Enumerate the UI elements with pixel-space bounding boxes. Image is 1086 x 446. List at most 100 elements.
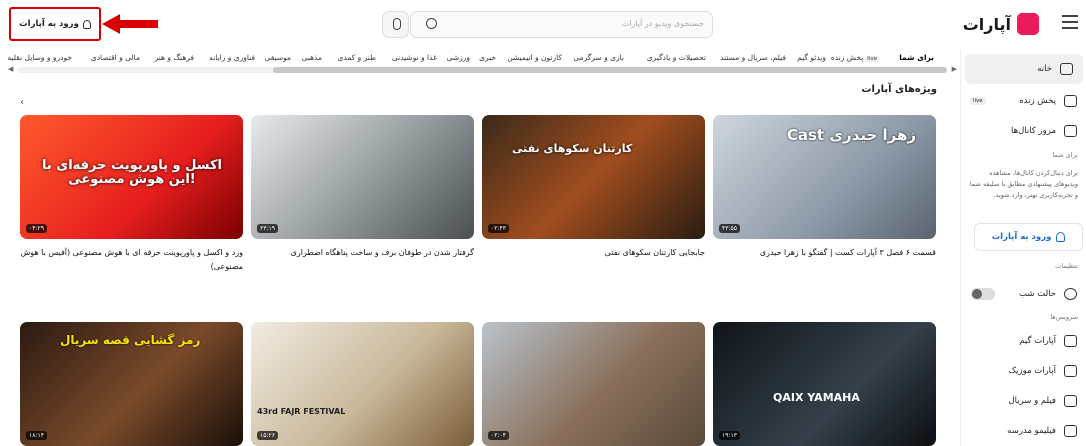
duration-badge: ۱۹:۱۳ bbox=[719, 431, 740, 440]
sidebar-item-label: آپارات گیم bbox=[1019, 336, 1056, 346]
live-tv-icon bbox=[1064, 95, 1077, 107]
video-title[interactable]: قسمت ۶ فصل ۳ آپارات کست | گفتگو با زهرا … bbox=[713, 246, 936, 260]
tab-label: طنز و کمدی bbox=[337, 53, 376, 62]
sidebar-item-aparat-game[interactable]: آپارات گیم bbox=[961, 326, 1086, 356]
tab-label: کارتون و انیمیشن bbox=[507, 53, 562, 62]
tab-10[interactable]: طنز و کمدی bbox=[338, 53, 376, 62]
video-thumbnail[interactable]: رمز گشایی قصه سریال ۱۸:۱۴ bbox=[20, 322, 243, 446]
live-badge: live bbox=[865, 56, 879, 62]
tab-12[interactable]: موسیقی bbox=[265, 53, 291, 62]
tab-0[interactable]: برای شما bbox=[899, 53, 934, 62]
header: آپارات جستجوی ویدیو در آپارات ورود به آپ… bbox=[0, 0, 1086, 50]
tab-label: برای شما bbox=[899, 53, 934, 62]
tab-16[interactable]: خودرو و وسایل نقلیه bbox=[8, 53, 72, 62]
sidebar-item-live[interactable]: پخش زنده live bbox=[961, 86, 1086, 116]
video-thumbnail[interactable]: کارتنان سکوهای نفتی ۰۲:۴۳ bbox=[482, 115, 705, 239]
sidebar-item-channels[interactable]: مرور کانال‌ها bbox=[961, 116, 1086, 146]
duration-badge: ۳۳:۱۹ bbox=[257, 224, 278, 233]
video-thumbnail[interactable]: 43rd FAJR FESTIVAL ۱۵:۲۶ bbox=[251, 322, 474, 446]
tabs-scrollbar[interactable]: ◀ ▶ bbox=[8, 65, 957, 73]
logo-text: آپارات bbox=[962, 14, 1011, 34]
video-title[interactable]: گرفتار شدن در طوفان برف و ساخت پناهگاه ا… bbox=[251, 246, 474, 260]
sidebar-item-movies[interactable]: فیلم و سریال bbox=[961, 386, 1086, 416]
user-icon bbox=[82, 19, 91, 29]
menu-icon[interactable] bbox=[1062, 15, 1078, 29]
scrollbar-thumb[interactable] bbox=[273, 67, 947, 73]
tab-13[interactable]: فناوری و رایانه bbox=[209, 53, 255, 62]
dark-mode-label: حالت شب bbox=[1019, 289, 1056, 299]
user-icon bbox=[1056, 232, 1066, 242]
home-icon bbox=[1060, 63, 1073, 75]
duration-badge: ۰۲:۰۴ bbox=[488, 431, 509, 440]
tab-label: بازی و سرگرمی bbox=[573, 53, 624, 62]
video-title[interactable]: ورد و اکسل و پاورپوینت حرفه ای با هوش مص… bbox=[20, 246, 243, 274]
login-label: ورود به آپارات bbox=[19, 19, 79, 29]
tab-2[interactable]: ویدئو گیم bbox=[797, 53, 826, 62]
thumbnail-caption: کارتنان سکوهای نفتی bbox=[512, 142, 633, 155]
tab-label: مالی و اقتصادی bbox=[90, 53, 140, 62]
tab-label: فرهنگ و هنر bbox=[154, 53, 194, 62]
tab-4[interactable]: تحصیلات و یادگیری bbox=[647, 53, 706, 62]
sidebar-item-label: آپارات موزیک bbox=[1008, 366, 1056, 376]
dark-mode-toggle[interactable] bbox=[971, 288, 995, 300]
tab-14[interactable]: فرهنگ و هنر bbox=[155, 53, 194, 62]
logo-icon bbox=[1017, 13, 1039, 35]
moon-icon bbox=[1064, 288, 1077, 300]
video-title[interactable]: جابجایی کارتنان سکوهای نفتی bbox=[482, 246, 705, 260]
video-thumbnail[interactable]: ۰۲:۰۴ bbox=[482, 322, 705, 446]
tab-3[interactable]: فیلم، سریال و مستند bbox=[720, 53, 786, 62]
video-thumbnail[interactable]: QAIX YAMAHA ۱۹:۱۳ bbox=[713, 322, 936, 446]
sidebar-item-filimo-school[interactable]: فیلیمو مدرسه bbox=[961, 416, 1086, 446]
tab-label: خبری bbox=[479, 53, 496, 62]
tab-label: فیلم، سریال و مستند bbox=[720, 53, 786, 62]
tab-label: مذهبی bbox=[301, 53, 322, 62]
tab-1[interactable]: پخش زنده live bbox=[831, 53, 879, 62]
music-icon bbox=[1064, 365, 1077, 377]
tab-9[interactable]: غذا و نوشیدنی bbox=[392, 53, 437, 62]
thumbnail-caption: 43rd FAJR FESTIVAL bbox=[257, 407, 346, 416]
tab-label: تحصیلات و یادگیری bbox=[646, 53, 706, 62]
tab-label: ورزشی bbox=[446, 53, 470, 62]
tab-6[interactable]: کارتون و انیمیشن bbox=[507, 53, 562, 62]
services-heading: سرویس‌ها bbox=[1050, 313, 1078, 321]
sidebar-item-label: خانه bbox=[1037, 64, 1052, 74]
scroll-right-icon[interactable]: ▶ bbox=[952, 65, 957, 73]
video-thumbnail[interactable]: ۳۳:۱۹ bbox=[251, 115, 474, 239]
chevron-left-icon[interactable]: ‹ bbox=[20, 97, 24, 108]
search-icon[interactable] bbox=[426, 18, 437, 29]
login-label: ورود به آپارات bbox=[991, 232, 1052, 242]
sidebar: خانه پخش زنده live مرور کانال‌ها برای شم… bbox=[960, 50, 1086, 446]
tab-label: خودرو و وسایل نقلیه bbox=[7, 53, 72, 62]
sidebar-item-home[interactable]: خانه bbox=[965, 54, 1083, 84]
video-thumbnail[interactable]: اکسل و پاورپویت حرفه‌ای با این هوش مصنوع… bbox=[20, 115, 243, 239]
settings-heading: تنظیمات bbox=[1055, 262, 1078, 270]
game-icon bbox=[1064, 335, 1077, 347]
duration-badge: ۰۲:۴۳ bbox=[488, 224, 509, 233]
tab-label: پخش زنده bbox=[830, 53, 864, 62]
tab-label: ویدئو گیم bbox=[797, 53, 826, 62]
tab-7[interactable]: خبری bbox=[479, 53, 496, 62]
tab-11[interactable]: مذهبی bbox=[302, 53, 322, 62]
video-thumbnail[interactable]: Cast زهرا حیدری ۴۳:۵۵ bbox=[713, 115, 936, 239]
sidebar-item-label: فیلم و سریال bbox=[1008, 396, 1056, 406]
tab-label: فناوری و رایانه bbox=[209, 53, 255, 62]
mic-icon[interactable] bbox=[382, 11, 409, 38]
sidebar-item-label: مرور کانال‌ها bbox=[1011, 126, 1056, 136]
tab-8[interactable]: ورزشی bbox=[447, 53, 470, 62]
search-input[interactable]: جستجوی ویدیو در آپارات bbox=[410, 11, 713, 38]
login-button[interactable]: ورود به آپارات bbox=[9, 7, 101, 41]
sidebar-item-label: فیلیمو مدرسه bbox=[1007, 426, 1056, 436]
duration-badge: ۴۳:۵۵ bbox=[719, 224, 740, 233]
channels-icon bbox=[1064, 125, 1077, 137]
red-arrow-annotation bbox=[102, 14, 158, 34]
tab-15[interactable]: مالی و اقتصادی bbox=[91, 53, 140, 62]
tab-5[interactable]: بازی و سرگرمی bbox=[573, 53, 624, 62]
section-title: ویژه‌های آپارات bbox=[861, 84, 937, 95]
duration-badge: ۱۵:۲۶ bbox=[257, 431, 278, 440]
duration-badge: ۰۴:۲۹ bbox=[26, 224, 47, 233]
duration-badge: ۱۸:۱۴ bbox=[26, 431, 47, 440]
scroll-left-icon[interactable]: ◀ bbox=[8, 65, 13, 73]
aparat-logo[interactable]: آپارات bbox=[963, 13, 1039, 35]
sidebar-item-aparat-music[interactable]: آپارات موزیک bbox=[961, 356, 1086, 386]
sidebar-login-button[interactable]: ورود به آپارات bbox=[974, 223, 1083, 251]
